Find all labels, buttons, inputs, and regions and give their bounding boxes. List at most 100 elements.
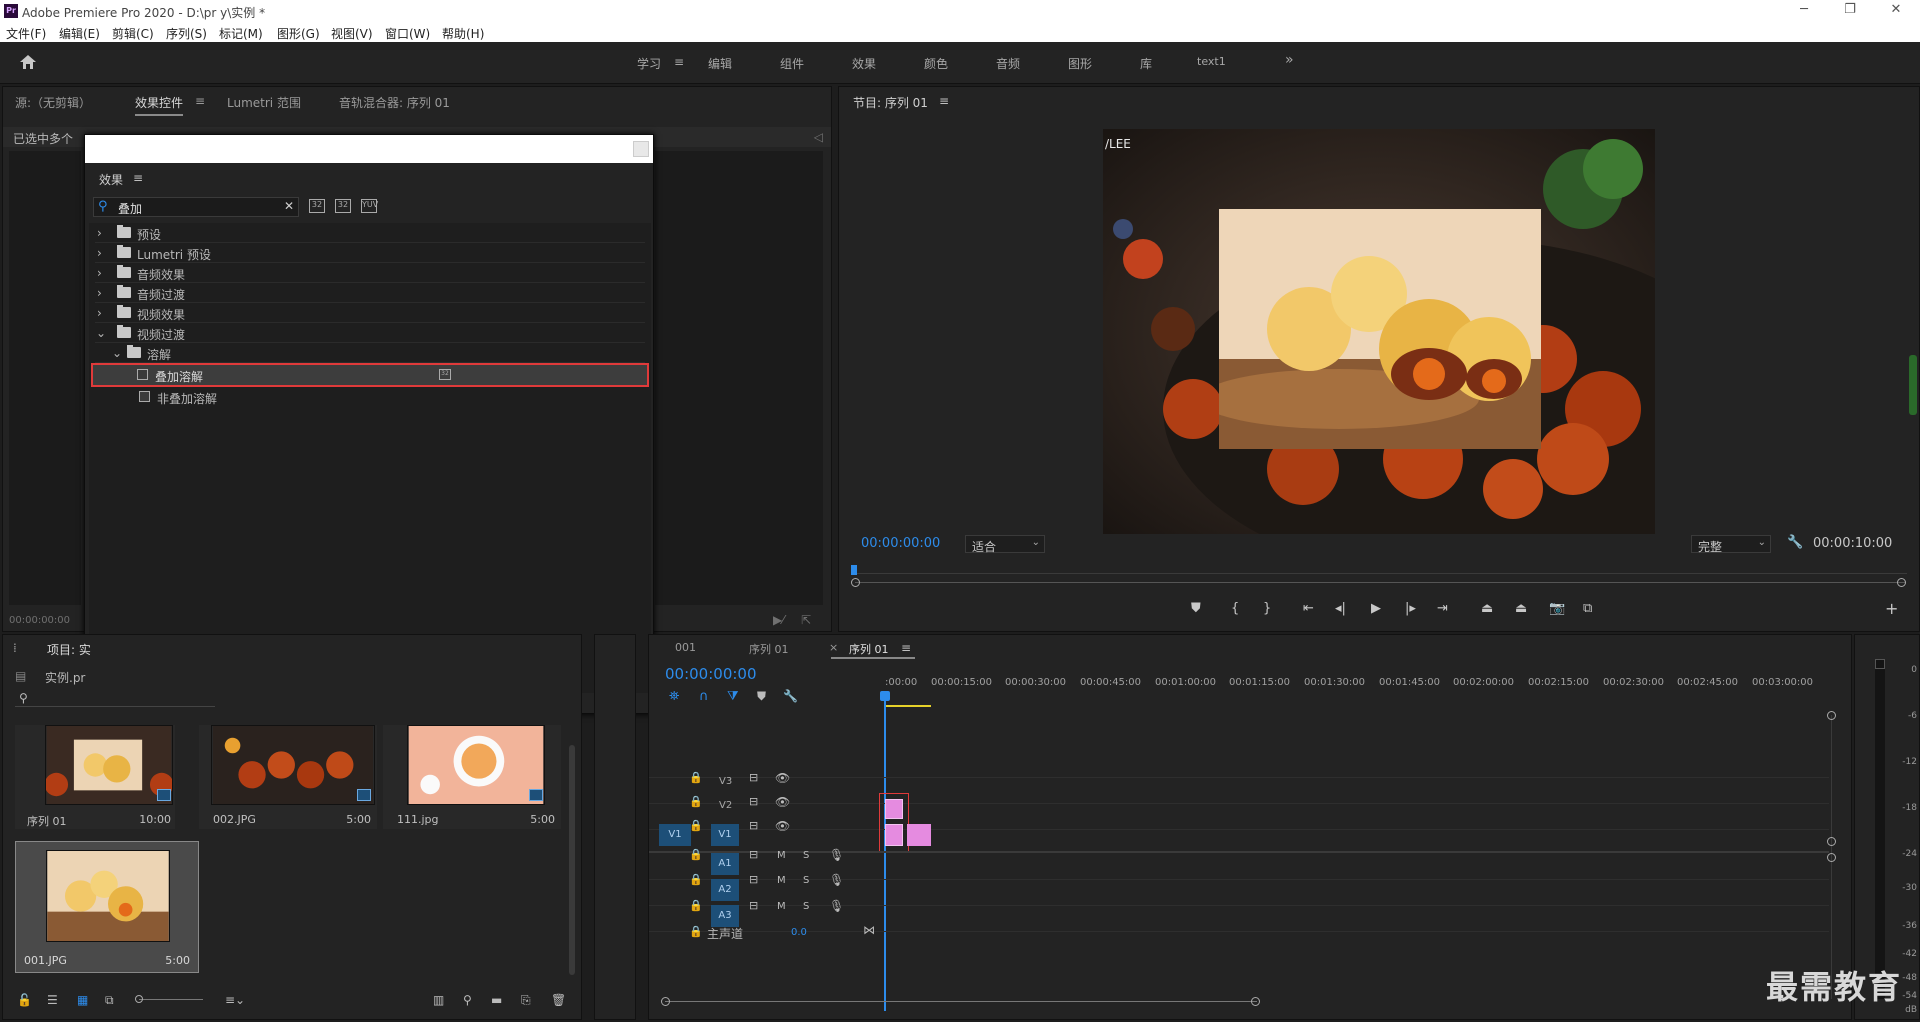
master-lock-icon[interactable]: 🔒 (689, 925, 703, 938)
linked-selection-icon[interactable]: ⧩ (727, 689, 739, 704)
yuv-effects-icon[interactable]: YUV (361, 199, 378, 213)
project-item-111[interactable]: 111.jpg 5:00 (383, 725, 561, 829)
a1-lock-icon[interactable]: 🔒 (689, 848, 703, 861)
track-target-a3[interactable]: A3 (711, 905, 739, 927)
a2-mic-icon[interactable]: 🎙 (829, 873, 844, 887)
v2-eye-icon[interactable]: 👁 (775, 795, 790, 809)
a3-solo-button[interactable]: S (803, 901, 809, 912)
menu-graphics[interactable]: 图形(G) (277, 25, 320, 42)
home-icon[interactable] (18, 54, 38, 72)
tree-item-video-transitions[interactable]: ⌄ 视频过渡 (95, 323, 645, 343)
playhead-handle[interactable] (880, 691, 890, 701)
mark-out-icon[interactable]: } (1263, 601, 1271, 616)
workspace-effects[interactable]: 效果 (852, 55, 876, 72)
v1-lock-icon[interactable]: 🔒 (689, 819, 703, 832)
v3-sync-icon[interactable]: ⊟ (749, 771, 758, 784)
menu-clip[interactable]: 剪辑(C) (112, 25, 154, 42)
source-patch-v1[interactable]: V1 (659, 824, 691, 846)
mark-in-icon[interactable]: { (1231, 601, 1239, 616)
panel-menu-icon[interactable]: ≡ (195, 94, 205, 108)
tab-close-icon[interactable]: × (829, 641, 838, 654)
workspace-edit[interactable]: 编辑 (708, 55, 732, 72)
tree-item-video-effects[interactable]: › 视频效果 (95, 303, 645, 323)
lift-icon[interactable]: ⏏ (1481, 601, 1493, 616)
32bit-effects-icon[interactable]: 32 (335, 199, 351, 213)
tab-timeline-001[interactable]: 001 (675, 641, 696, 654)
chevron-right-icon[interactable]: › (97, 306, 102, 320)
project-item-002[interactable]: 002.JPG 5:00 (199, 725, 377, 829)
effects-search-input[interactable]: 叠加 (118, 200, 142, 217)
menu-sequence[interactable]: 序列(S) (166, 25, 207, 42)
workspace-audio[interactable]: 音频 (996, 55, 1020, 72)
master-volume-value[interactable]: 0.0 (791, 927, 807, 938)
playback-quality-dropdown[interactable]: 完整 ⌄ (1691, 535, 1771, 554)
track-target-a2[interactable]: A2 (711, 879, 739, 901)
menu-window[interactable]: 窗口(W) (385, 25, 430, 42)
thumbnail-size-slider[interactable] (139, 999, 203, 1000)
timeline-ruler[interactable]: :00:00 00:00:15:00 00:00:30:00 00:00:45:… (885, 677, 1835, 691)
add-marker-icon[interactable]: ⛊ (1191, 601, 1201, 616)
go-to-in-icon[interactable]: ⇤ (1303, 601, 1314, 616)
a2-mute-button[interactable]: M (777, 875, 786, 886)
effects-search-box[interactable]: ⚲ 叠加 ✕ (93, 197, 299, 217)
step-back-icon[interactable]: ◂| (1335, 601, 1346, 616)
tree-item-presets[interactable]: › 预设 (95, 223, 645, 243)
clear-icon[interactable]: 🗑 (551, 993, 566, 1007)
clip-v1-next[interactable] (907, 824, 931, 846)
menu-edit[interactable]: 编辑(E) (59, 25, 100, 42)
tree-item-audio-transitions[interactable]: › 音频过渡 (95, 283, 645, 303)
clip-v2-001[interactable] (885, 799, 903, 819)
workspace-graphics[interactable]: 图形 (1068, 55, 1092, 72)
a3-mute-button[interactable]: M (777, 901, 786, 912)
sort-icon[interactable]: ≡⌄ (225, 993, 245, 1007)
maximize-button[interactable]: ❐ (1830, 2, 1870, 17)
minimize-button[interactable]: ─ (1784, 2, 1824, 17)
a2-solo-button[interactable]: S (803, 875, 809, 886)
chevron-down-icon[interactable]: ⌄ (96, 326, 106, 340)
workspace-assembly[interactable]: 组件 (780, 55, 804, 72)
chevron-right-icon[interactable]: › (97, 226, 102, 240)
list-view-icon[interactable]: ☰ (47, 993, 58, 1007)
h-scroll-handle-left[interactable] (661, 997, 670, 1006)
project-item-sequence[interactable]: 序列 01 10:00 (15, 725, 175, 829)
program-zoom-bar[interactable] (855, 582, 1905, 583)
workspace-learn[interactable]: 学习 (637, 55, 661, 72)
icon-view-icon[interactable]: ▦ (77, 993, 88, 1007)
timeline-timecode[interactable]: 00:00:00:00 (665, 665, 757, 683)
go-to-out-icon[interactable]: ⇥ (1437, 601, 1448, 616)
work-area-bar[interactable] (885, 705, 931, 707)
v1-sync-icon[interactable]: ⊟ (749, 819, 758, 832)
workspace-libraries[interactable]: 库 (1140, 55, 1152, 72)
chevron-down-icon[interactable]: ⌄ (112, 346, 122, 360)
tree-item-dissolve[interactable]: ⌄ 溶解 (95, 343, 645, 363)
zoom-handle-right[interactable] (1897, 578, 1906, 587)
clip-v1-sequence[interactable] (885, 824, 903, 846)
overlay-mooncake-image[interactable] (1219, 209, 1541, 449)
tree-item-cross-dissolve[interactable]: 叠加溶解 32 (91, 363, 649, 387)
timeline-horizontal-scroll[interactable] (665, 1001, 1257, 1002)
program-menu-icon[interactable]: ≡ (939, 94, 949, 108)
tree-item-non-additive-dissolve[interactable]: 非叠加溶解 (95, 387, 645, 407)
export-icon[interactable]: ⇱ (801, 613, 811, 627)
extract-icon[interactable]: ⏏ (1515, 601, 1527, 616)
add-marker-icon[interactable]: ⛊ (757, 689, 766, 704)
a2-sync-icon[interactable]: ⊟ (749, 873, 758, 886)
track-target-a1[interactable]: A1 (711, 853, 739, 875)
tab-source[interactable]: 源:（无剪辑） (15, 94, 91, 111)
close-button[interactable]: ✕ (1876, 2, 1916, 17)
v2-sync-icon[interactable]: ⊟ (749, 795, 758, 808)
v-scroll-handle-lower[interactable] (1827, 853, 1836, 862)
v2-lock-icon[interactable]: 🔒 (689, 795, 703, 808)
track-label-v3[interactable]: V3 (719, 776, 732, 787)
nest-icon[interactable]: ⛯ (669, 689, 679, 704)
program-time-ruler[interactable] (851, 565, 1907, 577)
project-search-input[interactable]: ⚲ (15, 691, 215, 707)
v-scroll-handle-mid[interactable] (1827, 837, 1836, 846)
h-scroll-handle-right[interactable] (1251, 997, 1260, 1006)
workspace-text1[interactable]: text1 (1197, 55, 1226, 68)
v-scroll-handle-top[interactable] (1827, 711, 1836, 720)
comparison-view-icon[interactable]: ⧉ (1583, 601, 1592, 616)
workspace-menu-icon[interactable]: ≡ (674, 55, 684, 69)
v3-lock-icon[interactable]: 🔒 (689, 771, 703, 784)
go-to-end-icon[interactable]: ⋈ (863, 923, 875, 937)
